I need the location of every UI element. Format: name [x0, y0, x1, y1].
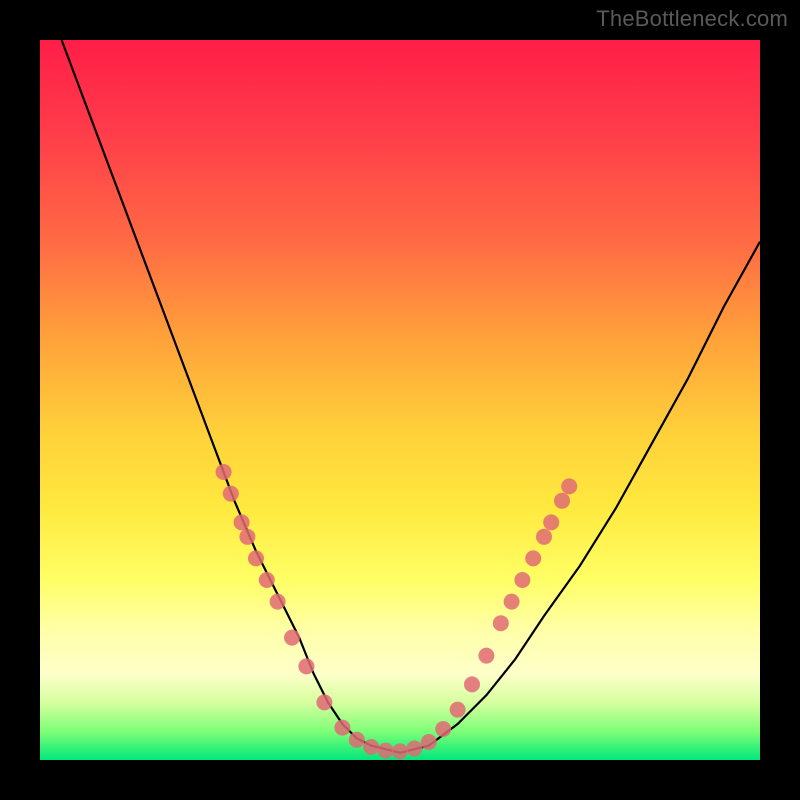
marker-dot	[504, 594, 520, 610]
marker-dot	[234, 514, 250, 530]
marker-dot	[543, 514, 559, 530]
bottleneck-curve	[62, 40, 760, 753]
chart-frame: TheBottleneck.com	[0, 0, 800, 800]
marker-dot	[378, 743, 394, 759]
marker-dot	[421, 734, 437, 750]
plot-area	[40, 40, 760, 760]
marker-dot	[478, 648, 494, 664]
marker-dot	[223, 486, 239, 502]
marker-dot	[248, 550, 264, 566]
marker-dot	[270, 594, 286, 610]
watermark-text: TheBottleneck.com	[596, 6, 788, 32]
marker-dot	[259, 572, 275, 588]
marker-dot	[536, 529, 552, 545]
marker-dot	[493, 615, 509, 631]
marker-dot	[334, 720, 350, 736]
marker-dot	[464, 676, 480, 692]
marker-dot	[406, 741, 422, 757]
marker-dot	[316, 694, 332, 710]
marker-dot	[349, 732, 365, 748]
marker-dot	[450, 702, 466, 718]
marker-dot	[216, 464, 232, 480]
marker-dot	[554, 493, 570, 509]
marker-dot	[298, 658, 314, 674]
chart-svg	[40, 40, 760, 760]
highlight-dots	[216, 464, 578, 759]
marker-dot	[284, 630, 300, 646]
marker-dot	[525, 550, 541, 566]
marker-dot	[435, 721, 451, 737]
marker-dot	[561, 478, 577, 494]
marker-dot	[239, 529, 255, 545]
marker-dot	[363, 739, 379, 755]
marker-dot	[392, 743, 408, 759]
marker-dot	[514, 572, 530, 588]
